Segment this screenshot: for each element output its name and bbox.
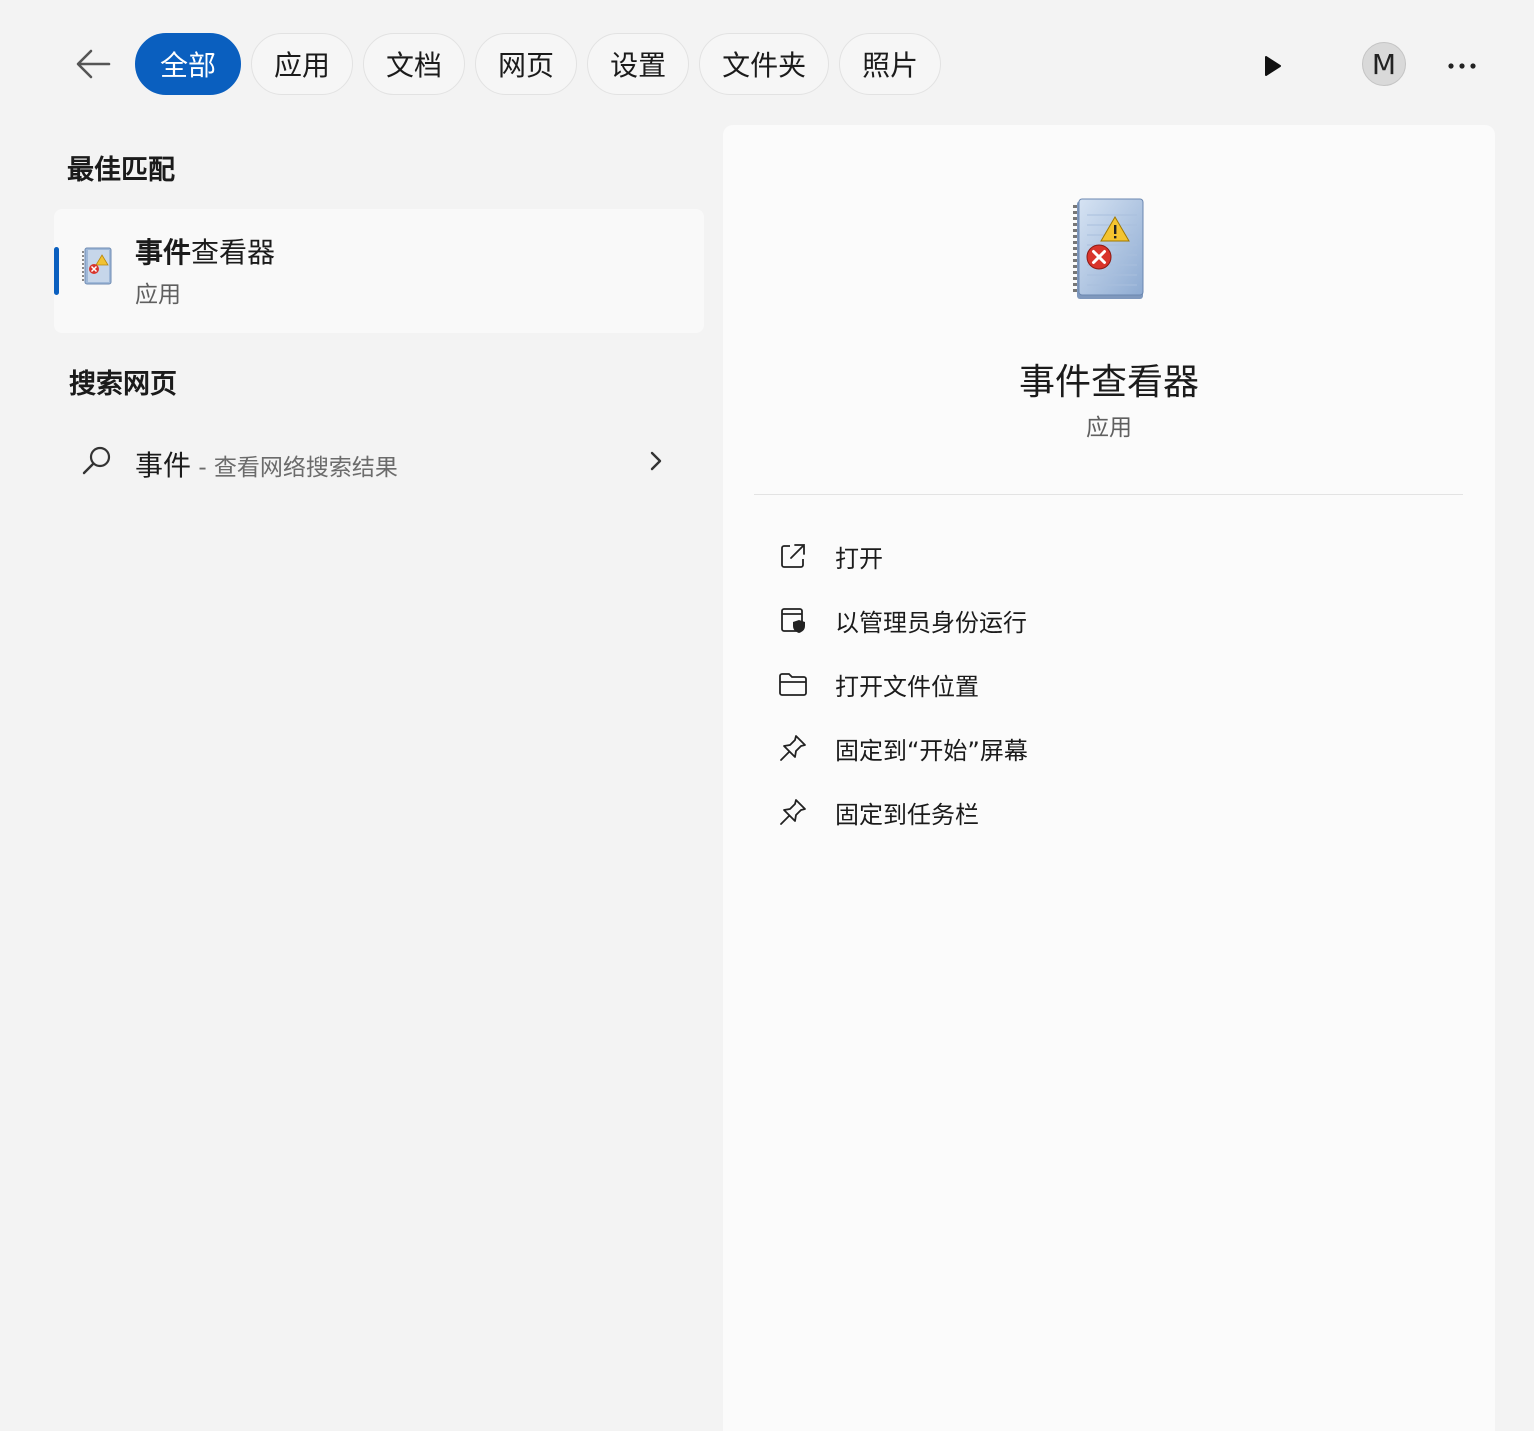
chevron-right-icon xyxy=(646,448,666,478)
run-as-admin-action[interactable]: 以管理员身份运行 xyxy=(773,588,1463,652)
best-match-title: 事件查看器 xyxy=(135,231,275,271)
best-match-result[interactable]: 事件查看器 应用 xyxy=(54,209,704,333)
tab-folders[interactable]: 文件夹 xyxy=(699,33,830,95)
action-list: 打开 以管理员身份运行 打开文件位置 固定到“开始”屏幕 固定到任务栏 xyxy=(773,524,1463,844)
event-viewer-large-icon xyxy=(1065,195,1155,311)
run-as-admin-label: 以管理员身份运行 xyxy=(835,608,1027,637)
pin-icon xyxy=(773,792,813,832)
detail-title: 事件查看器 xyxy=(1018,362,1199,403)
top-bar: 全部 应用 文档 网页 设置 文件夹 照片 M xyxy=(0,0,1534,120)
details-panel: 事件查看器 应用 打开 以管理员身份运行 打开文件位置 固定到“开始”屏幕 固定… xyxy=(723,125,1495,1431)
tab-apps[interactable]: 应用 xyxy=(251,33,354,95)
pin-icon xyxy=(773,728,813,768)
web-search-query: 事件 - 查看网络搜索结果 xyxy=(135,444,398,484)
open-file-location-label: 打开文件位置 xyxy=(835,672,979,701)
back-button[interactable] xyxy=(70,40,116,88)
tab-web[interactable]: 网页 xyxy=(475,33,578,95)
event-viewer-icon xyxy=(80,245,116,293)
pin-to-taskbar-label: 固定到任务栏 xyxy=(835,800,979,829)
search-icon xyxy=(80,444,114,482)
web-search-hint: - 查看网络搜索结果 xyxy=(191,455,398,481)
pin-to-taskbar-action[interactable]: 固定到任务栏 xyxy=(773,780,1463,844)
back-arrow-icon xyxy=(76,49,111,79)
best-match-title-bold: 事件 xyxy=(135,236,192,269)
tab-settings[interactable]: 设置 xyxy=(587,33,690,95)
filter-tabs: 全部 应用 文档 网页 设置 文件夹 照片 xyxy=(135,33,942,95)
more-filters-button[interactable] xyxy=(1250,44,1294,88)
play-icon xyxy=(1265,56,1281,76)
tab-all[interactable]: 全部 xyxy=(135,33,242,95)
detail-type: 应用 xyxy=(1086,415,1132,441)
pin-to-start-label: 固定到“开始”屏幕 xyxy=(835,736,1028,765)
web-search-heading: 搜索网页 xyxy=(69,369,177,400)
divider xyxy=(754,494,1463,495)
selection-indicator xyxy=(54,247,59,295)
avatar[interactable]: M xyxy=(1362,42,1406,86)
open-file-location-action[interactable]: 打开文件位置 xyxy=(773,652,1463,716)
best-match-title-rest: 查看器 xyxy=(191,236,276,269)
folder-icon xyxy=(773,664,813,704)
pin-to-start-action[interactable]: 固定到“开始”屏幕 xyxy=(773,716,1463,780)
more-icon xyxy=(1448,63,1476,69)
best-match-type: 应用 xyxy=(135,282,181,308)
best-match-heading: 最佳匹配 xyxy=(67,155,175,186)
tab-photos[interactable]: 照片 xyxy=(839,33,942,95)
more-options-button[interactable] xyxy=(1440,44,1484,88)
tab-documents[interactable]: 文档 xyxy=(363,33,466,95)
open-action[interactable]: 打开 xyxy=(773,524,1463,588)
run-as-admin-icon xyxy=(773,600,813,640)
web-query-text: 事件 xyxy=(135,449,192,482)
open-external-icon xyxy=(773,536,813,576)
open-label: 打开 xyxy=(835,544,883,573)
web-search-result[interactable]: 事件 - 查看网络搜索结果 xyxy=(54,420,704,502)
